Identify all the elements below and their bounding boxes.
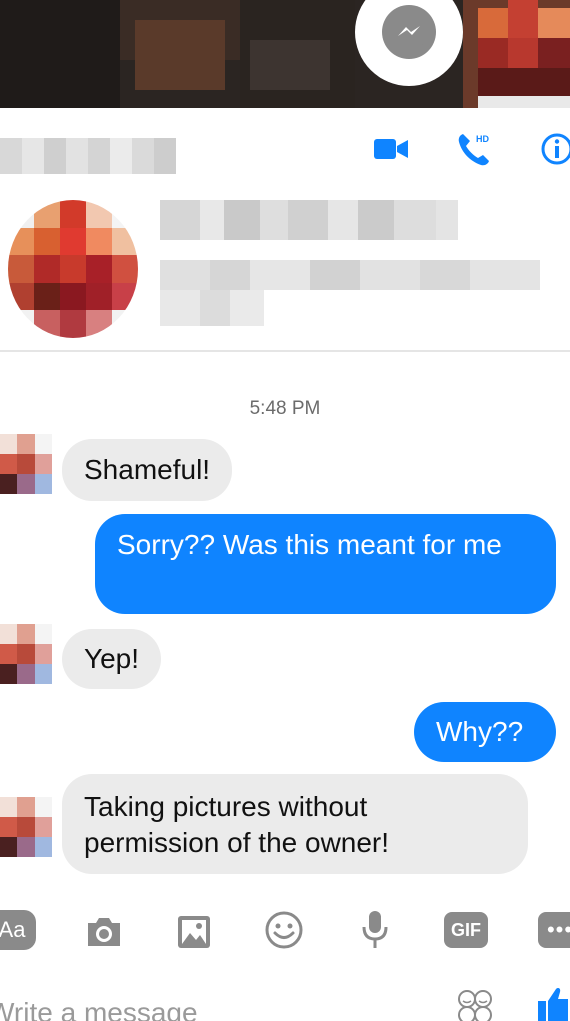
microphone-icon[interactable]	[360, 908, 390, 952]
sender-avatar[interactable]	[0, 797, 52, 857]
message-text: Why??	[436, 716, 524, 747]
phone-hd-icon[interactable]: HD	[456, 130, 496, 168]
message-composer	[0, 975, 570, 1021]
message-text: Shameful!	[84, 454, 211, 485]
info-icon[interactable]	[540, 132, 570, 166]
text-format-button[interactable]: Aa	[0, 910, 36, 950]
more-icon: •••	[546, 917, 570, 942]
messenger-badge	[355, 0, 463, 86]
message-bubble-outgoing[interactable]: Why??	[414, 702, 556, 762]
profile-subdetail-redacted	[160, 290, 264, 326]
video-call-icon[interactable]	[373, 136, 409, 162]
gif-button[interactable]: GIF	[444, 912, 488, 948]
text-format-icon: Aa	[0, 917, 26, 942]
sticker-icon[interactable]	[456, 989, 494, 1021]
emoji-icon[interactable]	[264, 908, 304, 952]
sender-avatar[interactable]	[0, 624, 52, 684]
more-options-button[interactable]: •••	[538, 912, 570, 948]
hd-badge: HD	[476, 134, 489, 144]
gif-icon: GIF	[451, 919, 481, 940]
image-icon[interactable]	[176, 910, 212, 954]
contact-name-redacted	[0, 138, 176, 174]
message-bubble-incoming[interactable]: Taking pictures without permission of th…	[62, 774, 528, 874]
sender-avatar[interactable]	[0, 434, 52, 494]
contact-avatar[interactable]	[8, 200, 138, 338]
thumbs-up-icon[interactable]	[536, 985, 570, 1021]
contact-profile-card	[0, 188, 570, 352]
conversation-header: HD	[0, 108, 570, 188]
message-bubble-incoming[interactable]: Shameful!	[62, 439, 233, 501]
profile-detail-redacted	[160, 260, 540, 290]
cover-photo	[0, 0, 570, 108]
message-text: Sorry?? Was this meant for me	[117, 529, 502, 560]
message-bubble-outgoing[interactable]: Sorry?? Was this meant for me	[95, 514, 556, 614]
messenger-icon	[382, 5, 436, 59]
thread-timestamp: 5:48 PM	[249, 398, 321, 419]
composer-toolbar: Aa GIF •••	[0, 900, 570, 960]
camera-icon[interactable]	[84, 910, 124, 954]
message-bubble-incoming[interactable]: Yep!	[62, 629, 162, 689]
profile-name-redacted	[160, 200, 458, 240]
message-input[interactable]	[0, 993, 418, 1021]
message-text: Taking pictures without permission of th…	[84, 791, 390, 858]
message-text: Yep!	[84, 643, 140, 674]
